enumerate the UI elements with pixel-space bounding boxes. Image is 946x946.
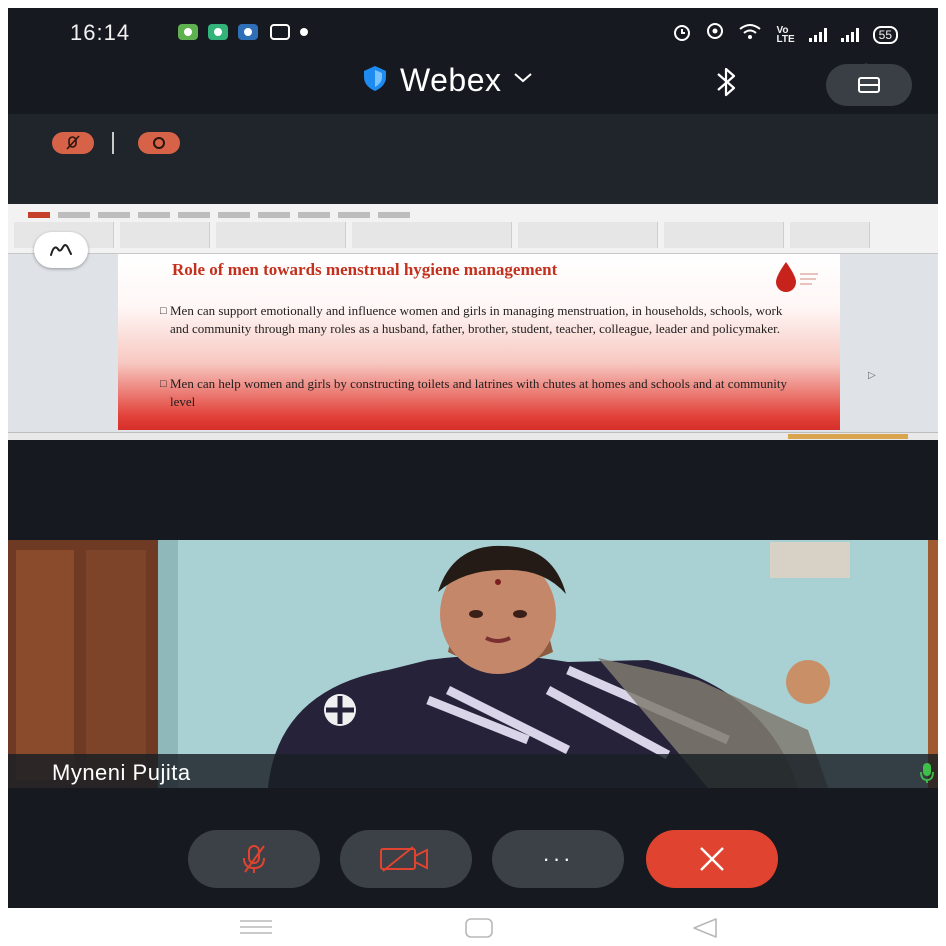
bluetooth-icon <box>717 67 736 97</box>
divider <box>112 132 114 154</box>
call-controls: ··· <box>8 788 938 908</box>
back-icon <box>693 918 717 938</box>
video-off-icon <box>380 846 428 872</box>
alarm-icon <box>672 22 692 47</box>
chevron-down-icon <box>512 71 534 90</box>
shared-screen: Role of men towards menstrual hygiene ma… <box>8 204 938 440</box>
close-icon <box>700 847 724 871</box>
presenter-strip <box>8 114 938 204</box>
location-icon <box>706 22 724 47</box>
home-button[interactable] <box>462 916 496 945</box>
system-nav-bar <box>0 908 946 946</box>
home-icon <box>465 918 493 938</box>
notification-app-icon-1 <box>178 24 198 40</box>
ribbon-tabs <box>28 212 410 218</box>
audio-active-icon <box>920 762 934 784</box>
slide-title: Role of men towards menstrual hygiene ma… <box>172 260 558 279</box>
presentation-slide: Role of men towards menstrual hygiene ma… <box>118 254 840 430</box>
status-bar: 16:14 Vo LTE 55 <box>8 8 938 54</box>
battery-icon: 55 <box>872 25 898 44</box>
app-name: Webex <box>400 62 502 98</box>
app-header: Webex <box>8 54 938 114</box>
zoom-slider <box>788 434 908 439</box>
mic-off-icon <box>243 845 265 873</box>
more-options-button[interactable]: ··· <box>492 830 624 888</box>
blood-drop-logo <box>766 260 820 294</box>
notification-app-icon-2 <box>208 24 228 40</box>
bluetooth-button[interactable] <box>708 62 744 102</box>
meeting-title-dropdown[interactable]: Webex <box>360 62 534 99</box>
ribbon-groups <box>14 222 870 248</box>
participant-video: Myneni Pujita <box>8 540 938 788</box>
presenter-video-off-icon <box>138 132 180 154</box>
mute-button[interactable] <box>188 830 320 888</box>
powerpoint-statusbar <box>8 432 938 440</box>
leave-meeting-button[interactable] <box>646 830 778 888</box>
slide-bullet: Men can support emotionally and influenc… <box>160 302 790 338</box>
mouse-cursor-icon: ▷ <box>868 370 876 381</box>
menu-icon <box>240 920 272 934</box>
video-toggle-button[interactable] <box>340 830 472 888</box>
back-button[interactable] <box>688 916 722 945</box>
shield-icon <box>360 63 390 98</box>
more-icon: ··· <box>542 846 574 871</box>
wifi-icon <box>738 23 762 46</box>
layout-icon <box>858 77 880 93</box>
volte-icon: Vo LTE <box>776 24 795 45</box>
participant-name: Myneni Pujita <box>52 760 191 785</box>
annotate-button[interactable] <box>34 232 88 268</box>
recents-button[interactable] <box>236 916 276 943</box>
powerpoint-ribbon <box>8 204 938 254</box>
signal-icon-2 <box>840 27 859 42</box>
phone-screen: 16:14 Vo LTE 55 Webex Role of men toward… <box>8 8 938 908</box>
presenter-muted-icon <box>52 132 94 154</box>
layout-toggle-button[interactable] <box>826 64 912 106</box>
status-time: 16:14 <box>70 20 131 45</box>
slide-bullet: Men can help women and girls by construc… <box>160 375 790 411</box>
notification-app-icon-3 <box>238 24 258 40</box>
pen-scribble-icon <box>50 244 72 256</box>
notification-app-icon-4 <box>270 24 290 40</box>
notification-dot-icon <box>300 28 308 36</box>
video-frame <box>8 540 938 788</box>
status-icons: Vo LTE 55 <box>672 22 898 47</box>
signal-icon-1 <box>808 27 827 42</box>
